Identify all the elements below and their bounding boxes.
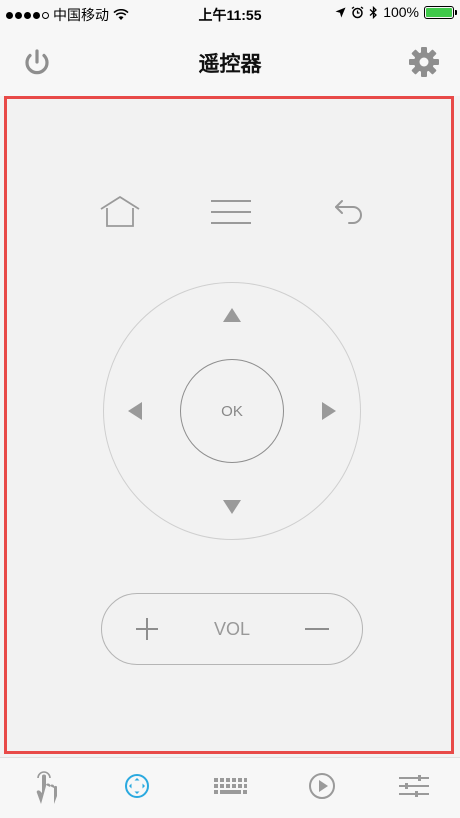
ok-label: OK [221,402,243,420]
location-arrow-icon [335,7,346,17]
tab-play[interactable] [302,766,342,806]
remote-panel: OK VOL [4,96,454,754]
dpad-icon [125,774,149,798]
nav-bar: 遥控器 [0,26,460,96]
settings-button[interactable] [406,44,442,80]
tab-bar [0,757,460,818]
keyboard-icon [214,778,247,794]
minus-icon [305,628,329,630]
home-button[interactable] [99,195,141,234]
arrow-right-icon[interactable] [322,402,336,420]
touch-hand-icon [36,771,57,804]
battery-icon [424,5,457,19]
status-bar: 中国移动 上午11:55 100% [0,0,460,26]
play-icon [309,773,335,799]
volume-control: VOL [101,593,363,665]
tab-dpad[interactable] [117,766,157,806]
back-icon [335,200,362,224]
volume-down-button[interactable] [302,614,332,644]
arrow-up-icon[interactable] [223,308,241,322]
battery-percent: 100% [383,4,419,20]
tab-touch[interactable] [26,766,66,806]
sliders-icon [399,775,429,797]
tab-keyboard[interactable] [210,766,250,806]
menu-icon [211,200,251,224]
dpad: OK [103,282,361,540]
arrow-down-icon[interactable] [223,500,241,514]
menu-button[interactable] [211,199,251,230]
alarm-icon [351,5,364,18]
arrow-left-icon[interactable] [128,402,142,420]
gear-icon [409,47,439,77]
tab-settings-sliders[interactable] [394,766,434,806]
back-button[interactable] [333,198,365,229]
page-title: 遥控器 [198,53,262,76]
home-icon [100,196,140,227]
bluetooth-icon [369,5,378,19]
status-right: 100% [335,4,457,20]
ok-button[interactable]: OK [180,359,284,463]
